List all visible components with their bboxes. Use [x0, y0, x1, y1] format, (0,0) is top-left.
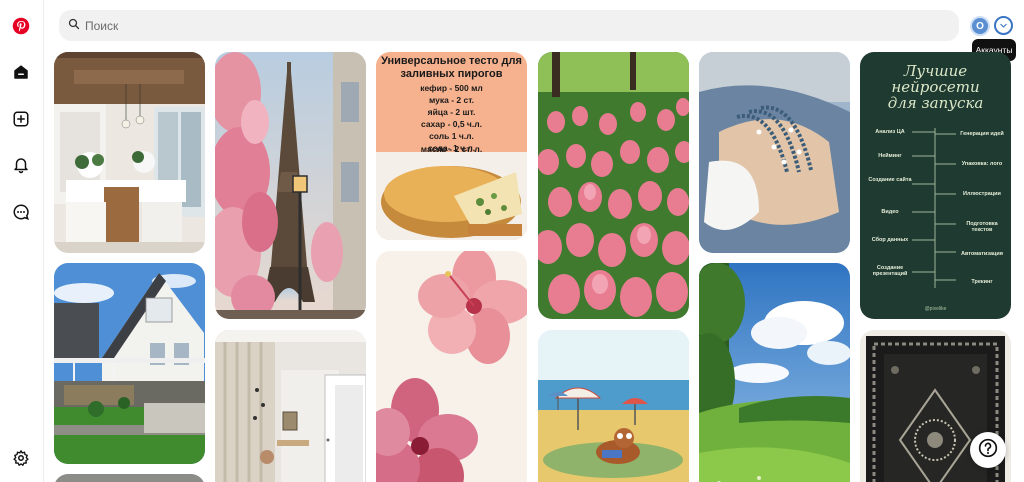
settings-icon[interactable] [6, 443, 36, 473]
pin-partial-gray[interactable] [54, 474, 205, 482]
pie-photo [376, 152, 527, 240]
pin-hibiscus-painting[interactable] [376, 251, 527, 482]
pinterest-logo-icon[interactable] [6, 11, 36, 41]
pin-eiffel-tower-flowers[interactable] [215, 52, 366, 319]
ai-title-line-3: для запуска [887, 94, 984, 112]
create-icon[interactable] [6, 104, 36, 134]
ai-right-item: Подготовка текстов [966, 221, 998, 233]
notifications-icon[interactable] [6, 150, 36, 180]
pin-ai-tools-infographic[interactable]: Лучшие нейросети для запуска Анализ ЦА Н… [860, 52, 1011, 319]
accounts-chevron-down-icon[interactable] [994, 16, 1013, 35]
ai-left-item: Видео [881, 209, 899, 215]
home-icon[interactable] [6, 57, 36, 87]
ai-right-item: Трекинг [971, 279, 993, 285]
recipe-ingredient: яйца - 2 шт. [427, 107, 476, 117]
help-button[interactable] [970, 432, 1006, 468]
ai-right-item: Иллюстрации [963, 191, 1001, 197]
ai-footer-handle: @pixelike [924, 306, 947, 312]
ai-left-item: Нейминг [878, 153, 902, 159]
pin-green-landscape[interactable] [699, 263, 850, 482]
pin-white-house[interactable] [54, 263, 205, 464]
pin-pink-tulips[interactable] [538, 52, 689, 319]
recipe-ingredient: кефир - 500 мл [420, 83, 483, 93]
sidebar [0, 0, 44, 482]
ai-left-item: Анализ ЦА [875, 129, 905, 135]
messages-icon[interactable] [6, 197, 36, 227]
search-input[interactable] [85, 18, 885, 33]
pin-recipe-dough[interactable]: Универсальное тесто для заливных пирогов… [376, 52, 527, 240]
question-icon [978, 438, 998, 463]
ai-left-item: Создание сайта [868, 177, 912, 183]
recipe-title-line-1: Универсальное тесто для [381, 55, 522, 67]
pin-beaded-bracelets[interactable] [699, 52, 850, 253]
ai-right-item: Автоматизация [960, 251, 1003, 257]
recipe-ingredient: мука - 2 ст. [428, 95, 475, 105]
pin-hallway-interior[interactable] [215, 330, 366, 482]
search-bar[interactable] [59, 10, 959, 41]
recipe-ingredient: масло - 2 ст. л. [420, 144, 483, 154]
recipe-ingredient: сахар - 0,5 ч.л. [421, 119, 482, 129]
pin-cartoon-beach[interactable] [538, 330, 689, 482]
avatar[interactable]: O [970, 16, 990, 36]
ai-right-item: Генерация идей [960, 131, 1004, 137]
pin-kitchen-interior[interactable] [54, 52, 205, 253]
recipe-title-line-2: заливных пирогов [400, 68, 503, 80]
recipe-ingredient: соль 1 ч.л. [429, 131, 474, 141]
search-icon [68, 17, 80, 35]
ai-left-item: Сбор данных [871, 237, 909, 243]
ai-right-item: Упаковка: лого [961, 161, 1003, 167]
ai-left-item: Создание презентаций [872, 265, 908, 277]
pinterest-home: O Аккаунты [0, 0, 1024, 482]
